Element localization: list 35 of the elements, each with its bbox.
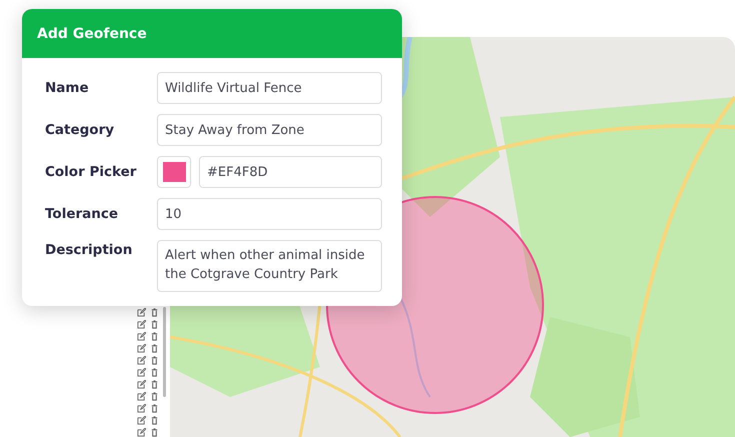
edit-icon[interactable]: [137, 428, 146, 436]
trash-icon[interactable]: [150, 392, 159, 400]
trash-icon[interactable]: [150, 404, 159, 412]
color-swatch-button[interactable]: [157, 156, 191, 188]
trash-icon[interactable]: [150, 320, 159, 328]
input-field[interactable]: Wildlife Virtual Fence: [157, 72, 382, 104]
edit-icon[interactable]: [137, 368, 146, 376]
field-label: Color Picker: [45, 164, 138, 180]
input-field[interactable]: Stay Away from Zone: [157, 114, 382, 146]
trash-icon[interactable]: [150, 344, 159, 352]
edit-icon[interactable]: [137, 320, 146, 328]
field-label: Description: [45, 241, 134, 258]
scrollbar[interactable]: [163, 307, 166, 397]
trash-icon[interactable]: [150, 332, 159, 340]
trash-icon[interactable]: [150, 380, 159, 388]
field-label: Tolerance: [45, 206, 120, 222]
edit-icon[interactable]: [137, 308, 146, 316]
trash-icon[interactable]: [150, 416, 159, 424]
trash-icon[interactable]: [150, 356, 159, 364]
edit-icon[interactable]: [137, 392, 146, 400]
field-label: Category: [45, 122, 116, 138]
field-label: Name: [45, 80, 90, 96]
edit-icon[interactable]: [137, 416, 146, 424]
edit-icon[interactable]: [137, 332, 146, 340]
trash-icon[interactable]: [150, 428, 159, 436]
description-field[interactable]: Alert when other animal inside the Cotgrave Country Park: [157, 240, 382, 292]
edit-icon[interactable]: [137, 380, 146, 388]
dialog-title: Add Geofence: [37, 26, 147, 42]
edit-icon[interactable]: [137, 344, 146, 352]
edit-icon[interactable]: [137, 356, 146, 364]
trash-icon[interactable]: [150, 368, 159, 376]
color-hex-field[interactable]: #EF4F8D: [199, 156, 382, 188]
edit-icon[interactable]: [137, 404, 146, 412]
trash-icon[interactable]: [150, 308, 159, 316]
input-field[interactable]: 10: [157, 198, 382, 230]
